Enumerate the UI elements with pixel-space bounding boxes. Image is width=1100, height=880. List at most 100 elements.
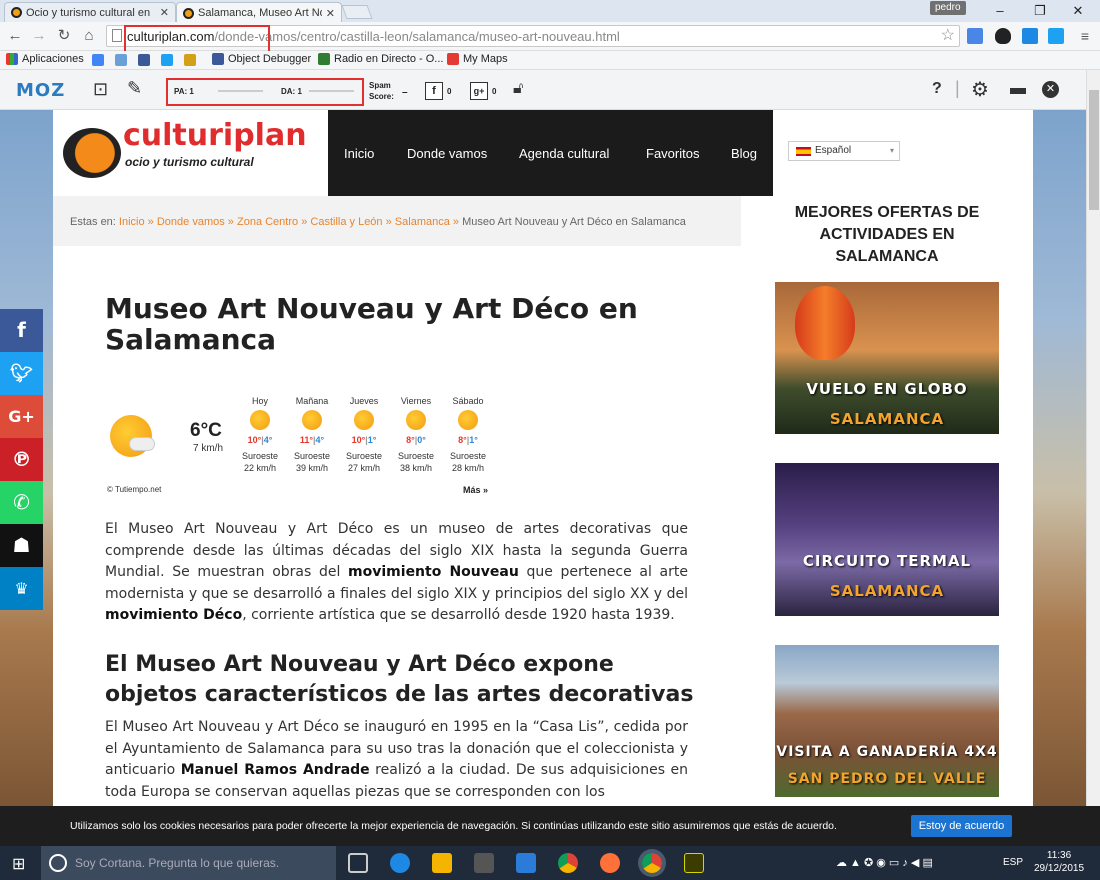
twitter-icon[interactable] [161,54,173,66]
ad-circuito-termal[interactable]: CIRCUITO TERMAL SALAMANCA [775,463,999,616]
forecast-day: Mañana 11°|4° Suroeste 39 km/h [287,395,337,474]
section-heading: El Museo Art Nouveau y Art Déco expone o… [105,652,694,707]
map-pin-icon [447,53,459,65]
meneame-share-button[interactable]: ☗ [0,524,43,567]
breadcrumb: Estas en: Inicio » Donde vamos » Zona Ce… [53,196,741,246]
firefox-icon[interactable] [600,853,620,873]
help-icon[interactable]: ? [932,80,942,98]
page-scrollbar[interactable] [1086,70,1100,846]
facebook-icon: f [425,82,443,100]
task-view-icon[interactable] [348,853,368,873]
new-tab-button[interactable] [341,5,373,19]
cookie-accept-button[interactable]: Estoy de acuerdo [911,815,1012,837]
windows-start-icon[interactable]: ⊞ [12,854,25,874]
tab-title: Ocio y turismo cultural en [26,6,151,19]
bookmark-object-debugger[interactable]: Object Debugger [212,53,311,65]
settings-gear-icon[interactable]: ⚙ [971,77,989,102]
store-icon[interactable] [474,853,494,873]
nav-favoritos[interactable]: Favoritos [646,146,699,161]
nav-inicio[interactable]: Inicio [344,146,374,161]
close-tab-icon[interactable]: ✕ [160,6,169,19]
balloon-image [795,286,855,360]
sidebar-title: MEJORES OFERTAS DE ACTIVIDADES EN SALAMA… [794,204,980,265]
weather-credit[interactable]: © Tutiempo.net [107,485,161,494]
restore-button[interactable]: ❐ [1025,2,1055,20]
collapse-icon[interactable] [1010,88,1026,94]
gplus-icon: g+ [470,82,488,100]
translate-extension-icon[interactable] [967,28,983,44]
reload-icon[interactable]: ↻ [55,27,73,45]
breadcrumb-sep: » [147,216,154,228]
gplus-share-button[interactable]: G+ [0,395,43,438]
bookmark-apps[interactable]: Aplicaciones [6,53,84,65]
chrome-icon[interactable] [558,853,578,873]
bookmark-globe-icon[interactable] [115,54,127,66]
page-authority: PA: 1 [174,87,194,96]
nav-donde-vamos[interactable]: Donde vamos [407,146,487,161]
trophy-icon[interactable] [184,54,196,66]
edge-icon[interactable] [390,853,410,873]
breadcrumb-sep: » [452,216,460,228]
gplus-count: 0 [492,87,497,96]
bookmark-radio[interactable]: Radio en Directo - O... [318,53,443,65]
profile-name[interactable]: pedro [930,1,966,15]
google-icon[interactable] [92,54,104,66]
bookmark-share-button[interactable]: ♛ [0,567,43,610]
fireworks-icon[interactable] [684,853,704,873]
forecast-wind-speed: 38 km/h [399,463,432,473]
weather-more-link[interactable]: Más » [463,485,488,495]
breadcrumb-donde-vamos[interactable]: Donde vamos [157,216,225,228]
close-mozbar-icon[interactable]: ✕ [1042,81,1059,98]
pinterest-share-button[interactable]: ℗ [0,438,43,481]
moz-logo[interactable]: MOZ [16,80,65,101]
page-icon [112,29,122,42]
bookmark-mymaps[interactable]: My Maps [447,53,508,65]
breadcrumb-zona-centro[interactable]: Zona Centro [237,216,298,228]
breadcrumb-castilla-leon[interactable]: Castilla y León [310,216,382,228]
clock-time: 11:36 [1046,850,1072,861]
cortana-search-box[interactable]: Soy Cortana. Pregunta lo que quieras. [41,846,336,880]
file-explorer-icon[interactable] [432,853,452,873]
whatsapp-share-button[interactable]: ✆ [0,481,43,524]
forecast-day-name: Hoy [251,396,268,406]
tray-icons[interactable]: ☁ ▲ ✪ ◉ ▭ ♪ ◀ ▤ [836,856,933,869]
language-select[interactable]: Español ▾ [788,141,900,161]
ghostery-extension-icon[interactable] [995,28,1011,44]
twitter-share-button[interactable]: 🐦︎ [0,352,43,395]
nav-blog[interactable]: Blog [731,146,757,161]
close-tab-icon[interactable]: ✕ [326,7,335,20]
pencil-icon[interactable]: ✎ [127,78,142,99]
breadcrumb-inicio[interactable]: Inicio [119,216,145,228]
minimize-button[interactable]: – [985,2,1015,20]
home-icon[interactable]: ⌂ [80,27,98,45]
close-window-button[interactable]: ✕ [1063,2,1093,20]
back-icon[interactable]: ← [6,27,24,45]
forecast-low: 4° [263,435,273,445]
chrome-active-icon[interactable] [642,853,662,873]
facebook-share-button[interactable]: f [0,309,43,352]
tab-salamanca[interactable]: Salamanca, Museo Art No ✕ [176,2,342,23]
media-player-icon[interactable] [516,853,536,873]
facebook-icon[interactable] [138,54,150,66]
nav-agenda-cultural[interactable]: Agenda cultural [519,146,609,161]
ad-title: VUELO EN GLOBO [806,380,968,398]
system-clock[interactable]: 11:36 29/12/2015 [1034,849,1084,875]
twitter-extension-icon[interactable] [1048,28,1064,44]
forward-icon[interactable]: → [30,27,48,45]
lock-icon[interactable]: 🔓︎ [513,80,523,98]
bookmark-star-icon[interactable]: ☆ [941,26,955,46]
ad-subtitle: SALAMANCA [829,410,945,428]
ad-vuelo-globo[interactable]: VUELO EN GLOBO SALAMANCA [775,282,999,434]
m-extension-icon[interactable] [1022,28,1038,44]
tab-ocio[interactable]: Ocio y turismo cultural en ✕ [4,2,176,22]
ad-ganaderia[interactable]: VISITA A GANADERÍA 4X4 SAN PEDRO DEL VAL… [775,645,999,797]
logo-text[interactable]: culturiplan [123,118,307,153]
input-language[interactable]: ESP [1003,857,1023,868]
forecast-temps: 8°|0° [406,435,426,445]
menu-icon[interactable]: ≡ [1076,27,1094,45]
page-analysis-icon[interactable]: ⊡ [93,79,108,100]
text: , corriente artística que se desarrolló … [242,607,675,623]
bookmark-label: Object Debugger [228,53,312,65]
scrollbar-thumb[interactable] [1089,90,1099,210]
breadcrumb-salamanca[interactable]: Salamanca [395,216,450,228]
